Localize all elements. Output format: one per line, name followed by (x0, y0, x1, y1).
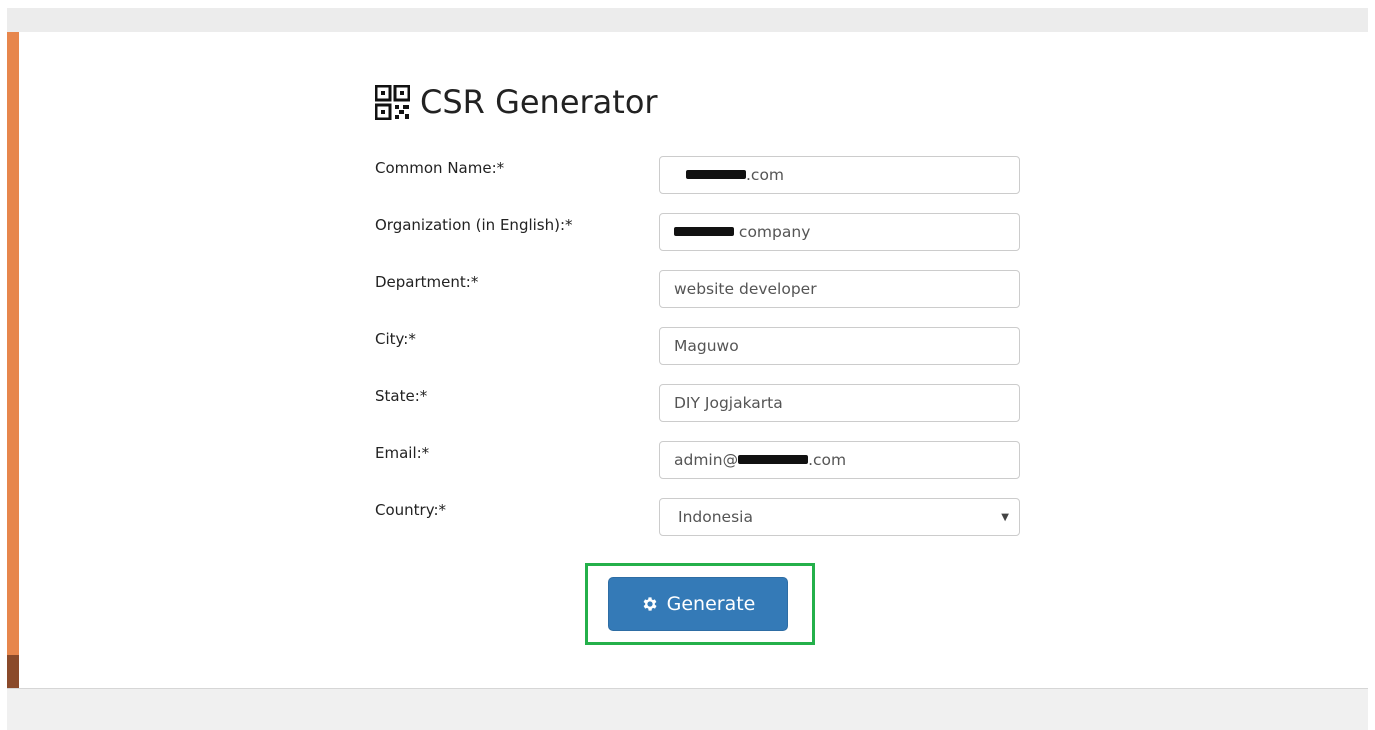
redaction-mark (738, 454, 809, 464)
organization-input[interactable]: company (659, 213, 1020, 251)
country-label: Country:* (375, 501, 447, 519)
page-header: CSR Generator (375, 80, 658, 124)
state-value: DIY Jogjakarta (674, 394, 783, 412)
department-label: Department:* (375, 273, 479, 291)
common-name-input[interactable]: .com (659, 156, 1020, 194)
country-select[interactable]: Indonesia ▼ (659, 498, 1020, 536)
department-value: website developer (674, 280, 817, 298)
left-accent-strip-shadow (7, 655, 19, 688)
department-input[interactable]: website developer (659, 270, 1020, 308)
email-label: Email:* (375, 444, 430, 462)
city-row: City:* Maguwo (375, 327, 1021, 367)
city-label: City:* (375, 330, 416, 348)
city-input[interactable]: Maguwo (659, 327, 1020, 365)
redaction-mark (686, 169, 746, 179)
state-input[interactable]: DIY Jogjakarta (659, 384, 1020, 422)
organization-label: Organization (in English):* (375, 216, 573, 234)
gear-icon (643, 597, 657, 611)
country-selected-value: Indonesia (678, 508, 753, 526)
email-value-suffix: .com (808, 451, 847, 469)
organization-value: company (734, 223, 811, 241)
organization-row: Organization (in English):* company (375, 213, 1021, 253)
page-footer (7, 688, 1368, 730)
common-name-row: Common Name:* .com (375, 156, 1021, 196)
department-row: Department:* website developer (375, 270, 1021, 310)
left-accent-strip (7, 32, 19, 688)
email-row: Email:* admin@ .com (375, 441, 1021, 481)
state-row: State:* DIY Jogjakarta (375, 384, 1021, 424)
generate-button-label: Generate (666, 593, 756, 615)
qr-code-icon (375, 84, 410, 120)
page-title: CSR Generator (420, 83, 658, 121)
caret-down-icon: ▼ (1001, 511, 1009, 523)
common-name-value: .com (746, 166, 785, 184)
email-input[interactable]: admin@ .com (659, 441, 1020, 479)
generate-button[interactable]: Generate (608, 577, 788, 631)
browser-top-bar (7, 8, 1368, 32)
country-row: Country:* Indonesia ▼ (375, 498, 1021, 538)
common-name-label: Common Name:* (375, 159, 505, 177)
city-value: Maguwo (674, 337, 739, 355)
email-value-prefix: admin@ (674, 451, 739, 469)
state-label: State:* (375, 387, 428, 405)
redaction-mark (674, 226, 734, 236)
